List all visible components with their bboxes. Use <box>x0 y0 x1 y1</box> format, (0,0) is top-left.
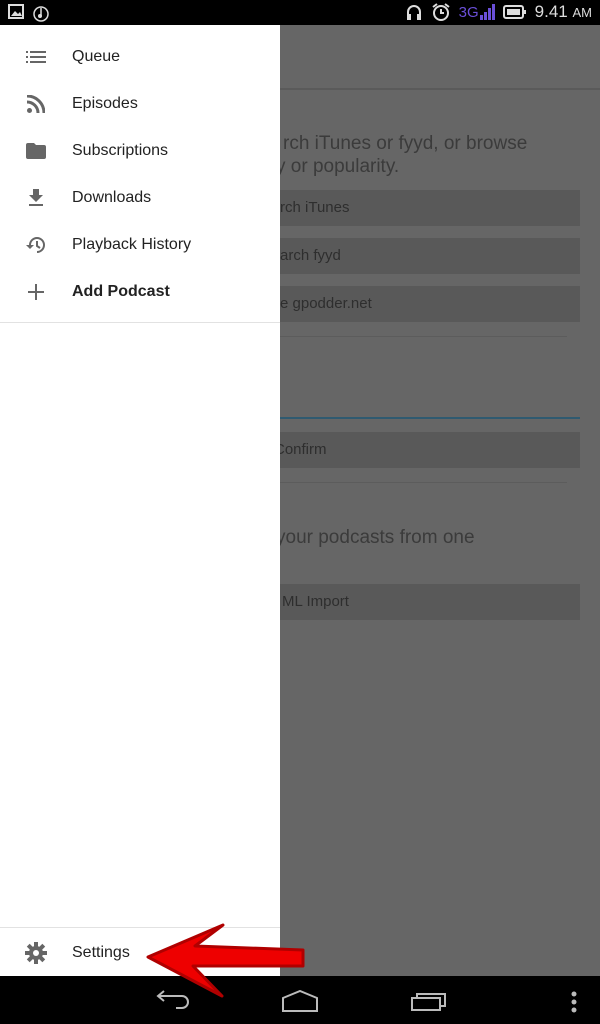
network-type: 3G <box>458 3 479 21</box>
drawer-item-add-podcast[interactable]: Add Podcast <box>0 268 280 315</box>
rss-icon <box>24 92 48 116</box>
image-icon <box>8 4 24 19</box>
gear-icon <box>24 941 48 965</box>
folder-icon <box>24 139 48 163</box>
drawer-item-downloads[interactable]: Downloads <box>0 174 280 221</box>
back-icon[interactable] <box>152 990 190 1012</box>
intro-text-line-2: y or popularity. <box>276 156 400 177</box>
drawer-item-playback-history[interactable]: Playback History <box>0 221 280 268</box>
drawer-item-label: Subscriptions <box>72 141 169 159</box>
drawer-item-queue[interactable]: Queue <box>0 33 280 80</box>
signal-3g-icon <box>479 4 495 20</box>
music-sync-icon <box>33 6 49 22</box>
drawer-item-label: Downloads <box>72 188 152 206</box>
browse-gpodder-button[interactable]: e gpodder.net <box>250 286 580 322</box>
download-icon <box>24 186 48 210</box>
divider <box>250 482 567 483</box>
menu-overflow-icon[interactable] <box>569 990 579 1014</box>
divider <box>0 322 280 323</box>
url-input[interactable] <box>250 417 580 419</box>
divider <box>250 336 567 337</box>
alarm-icon <box>432 3 450 21</box>
drawer-item-settings[interactable]: Settings <box>0 929 280 976</box>
confirm-button[interactable]: Confirm <box>250 432 580 468</box>
history-icon <box>24 233 48 257</box>
drawer-item-subscriptions[interactable]: Subscriptions <box>0 127 280 174</box>
opml-import-button[interactable]: ML Import <box>250 584 580 620</box>
drawer-item-label: Queue <box>72 47 121 65</box>
drawer-item-label: Playback History <box>72 235 192 253</box>
queue-list-icon <box>24 45 48 69</box>
headset-icon <box>406 5 421 20</box>
intro-text-line-1: rch iTunes or fyyd, or browse <box>283 133 528 154</box>
drawer-item-label: Settings <box>72 943 130 961</box>
clock: 9.41 AM <box>534 2 592 21</box>
home-icon[interactable] <box>281 990 319 1012</box>
battery-icon <box>502 5 526 19</box>
drawer-item-label: Episodes <box>72 94 138 112</box>
plus-icon <box>24 280 48 304</box>
search-fyyd-button[interactable]: arch fyyd <box>250 238 580 274</box>
navigation-drawer: Queue Episodes Subscriptions Downloads P… <box>0 25 280 976</box>
search-itunes-button[interactable]: rch iTunes <box>250 190 580 226</box>
recents-icon[interactable] <box>410 990 448 1012</box>
drawer-item-label: Add Podcast <box>72 282 170 300</box>
navigation-bar <box>0 976 600 1024</box>
status-bar: 3G 9.41 AM <box>0 0 600 25</box>
drawer-item-episodes[interactable]: Episodes <box>0 80 280 127</box>
divider <box>0 927 280 928</box>
opml-description: your podcasts from one <box>276 527 475 548</box>
